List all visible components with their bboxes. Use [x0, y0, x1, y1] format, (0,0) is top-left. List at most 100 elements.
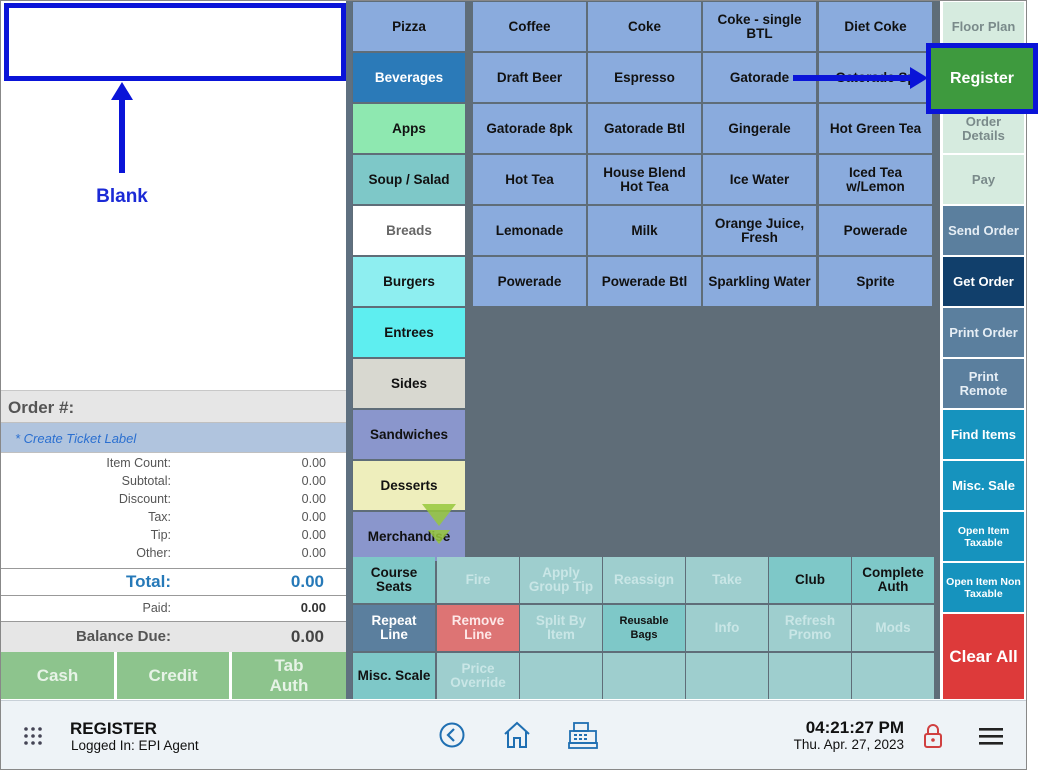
menu-item-diet-coke[interactable]: Diet Coke — [819, 2, 932, 51]
summary-value: 0.00 — [301, 546, 326, 560]
sidebar-print-remote-button[interactable]: Print Remote — [943, 359, 1024, 408]
menu-item-sparkling-water[interactable]: Sparkling Water — [703, 257, 816, 306]
action-empty-slot — [520, 653, 602, 699]
sidebar-misc-sale-button[interactable]: Misc. Sale — [943, 461, 1024, 510]
category-desserts[interactable]: Desserts — [353, 461, 465, 510]
summary-label: Discount: — [118, 492, 171, 506]
menu-item-powerade[interactable]: Powerade — [473, 257, 586, 306]
menu-item-gatorade-8pk[interactable]: Gatorade 8pk — [473, 104, 586, 153]
screen-title: REGISTER — [70, 719, 157, 738]
category-sides[interactable]: Sides — [353, 359, 465, 408]
back-icon[interactable] — [438, 721, 466, 749]
summary-row: Tax: 0.00 — [1, 508, 346, 526]
balance-due-label: Balance Due: — [75, 628, 171, 645]
total-label: Total: — [125, 572, 171, 591]
menu-item-powerade-btl[interactable]: Powerade Btl — [588, 257, 701, 306]
category-pizza[interactable]: Pizza — [353, 2, 465, 51]
menu-item-hot-green-tea[interactable]: Hot Green Tea — [819, 104, 932, 153]
cash-register-icon[interactable] — [567, 720, 599, 750]
summary-row: Tip: 0.00 — [1, 526, 346, 544]
summary-value: 0.00 — [301, 510, 326, 524]
paid-value: 0.00 — [300, 600, 326, 615]
category-burgers[interactable]: Burgers — [353, 257, 465, 306]
blank-annotation-label: Blank — [96, 186, 148, 207]
menu-item-gatorade-btl[interactable]: Gatorade Btl — [588, 104, 701, 153]
sidebar-find-items-button[interactable]: Find Items — [943, 410, 1024, 459]
menu-item-coke-single-btl[interactable]: Coke - single BTL — [703, 2, 816, 51]
menu-item-espresso[interactable]: Espresso — [588, 53, 701, 102]
category-beverages[interactable]: Beverages — [353, 53, 465, 102]
sidebar-get-order-button[interactable]: Get Order — [943, 257, 1024, 306]
menu-item-milk[interactable]: Milk — [588, 206, 701, 255]
action-empty-slot — [769, 653, 851, 699]
action-price-override-button: Price Override — [437, 653, 519, 699]
menu-item-sprite[interactable]: Sprite — [819, 257, 932, 306]
category-entrees[interactable]: Entrees — [353, 308, 465, 357]
menu-item-ice-water[interactable]: Ice Water — [703, 155, 816, 204]
summary-value: 0.00 — [301, 528, 326, 542]
menu-item-coke[interactable]: Coke — [588, 2, 701, 51]
action-repeat-line-button[interactable]: Repeat Line — [353, 605, 435, 651]
action-refresh-promo-button: Refresh Promo — [769, 605, 851, 651]
apps-grid-icon[interactable] — [22, 725, 44, 747]
summary-label: Tax: — [148, 510, 171, 524]
total-value: 0.00 — [290, 572, 324, 591]
cash-button[interactable]: Cash — [1, 652, 116, 699]
order-number-header: Order #: — [1, 390, 346, 422]
credit-button[interactable]: Credit — [117, 652, 231, 699]
hamburger-menu-icon[interactable] — [978, 724, 1004, 748]
scroll-down-icon[interactable] — [422, 504, 456, 526]
action-empty-slot — [603, 653, 685, 699]
total-row: Total: 0.00 — [1, 568, 346, 596]
clock-date: Thu. Apr. 27, 2023 — [793, 737, 904, 752]
sidebar-clear-all-button[interactable]: Clear All — [943, 614, 1024, 699]
paid-label: Paid: — [142, 601, 172, 615]
register-highlight-box[interactable]: Register — [926, 43, 1038, 114]
paid-row: Paid: 0.00 — [1, 597, 346, 621]
scroll-down-secondary-icon — [428, 530, 450, 544]
summary-value: 0.00 — [301, 456, 326, 470]
home-icon[interactable] — [501, 719, 533, 751]
summary-row: Item Count: 0.00 — [1, 454, 346, 472]
menu-item-gingerale[interactable]: Gingerale — [703, 104, 816, 153]
menu-item-coffee[interactable]: Coffee — [473, 2, 586, 51]
category-sandwiches[interactable]: Sandwiches — [353, 410, 465, 459]
sidebar-pay-button[interactable]: Pay — [943, 155, 1024, 204]
category-soup-salad[interactable]: Soup / Salad — [353, 155, 465, 204]
action-course-seats-button[interactable]: Course Seats — [353, 557, 435, 603]
tab-auth-label: Tab Auth — [269, 655, 309, 695]
balance-due-value: 0.00 — [290, 627, 324, 646]
tab-auth-button[interactable]: Tab Auth — [232, 652, 346, 699]
action-complete-auth-button[interactable]: Complete Auth — [852, 557, 934, 603]
action-empty-slot — [686, 653, 768, 699]
annotation-arrow-right-icon — [910, 67, 928, 89]
sidebar-open-item-non-taxable-button[interactable]: Open Item Non Taxable — [943, 563, 1024, 612]
summary-label: Item Count: — [106, 456, 171, 470]
menu-item-hot-tea[interactable]: Hot Tea — [473, 155, 586, 204]
action-club-button[interactable]: Club — [769, 557, 851, 603]
logged-in-text: Logged In: EPI Agent — [71, 738, 199, 753]
lock-icon[interactable] — [921, 722, 945, 750]
sidebar-send-order-button[interactable]: Send Order — [943, 206, 1024, 255]
summary-label: Tip: — [150, 528, 171, 542]
menu-item-lemonade[interactable]: Lemonade — [473, 206, 586, 255]
menu-item-powerade[interactable]: Powerade — [819, 206, 932, 255]
category-apps[interactable]: Apps — [353, 104, 465, 153]
sidebar-print-order-button[interactable]: Print Order — [943, 308, 1024, 357]
action-reusable-bags-button[interactable]: Reusable Bags — [603, 605, 685, 651]
menu-item-draft-beer[interactable]: Draft Beer — [473, 53, 586, 102]
menu-item-iced-tea-w-lemon[interactable]: Iced Tea w/Lemon — [819, 155, 932, 204]
menu-item-house-blend-hot-tea[interactable]: House Blend Hot Tea — [588, 155, 701, 204]
action-misc-scale-button[interactable]: Misc. Scale — [353, 653, 435, 699]
blank-highlight-box — [4, 3, 346, 81]
category-breads[interactable]: Breads — [353, 206, 465, 255]
action-fire-button: Fire — [437, 557, 519, 603]
menu-item-orange-juice-fresh[interactable]: Orange Juice, Fresh — [703, 206, 816, 255]
action-take-button: Take — [686, 557, 768, 603]
sidebar-open-item-taxable-button[interactable]: Open Item Taxable — [943, 512, 1024, 561]
summary-value: 0.00 — [301, 492, 326, 506]
balance-due-row: Balance Due: 0.00 — [1, 621, 346, 652]
summary-label: Subtotal: — [121, 474, 171, 488]
action-remove-line-button[interactable]: Remove Line — [437, 605, 519, 651]
create-ticket-label-link[interactable]: * Create Ticket Label — [1, 422, 346, 453]
